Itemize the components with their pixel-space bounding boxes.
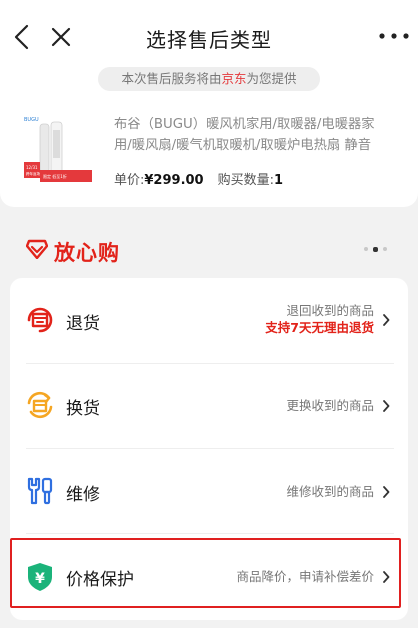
option-exchange-desc: 更换收到的商品 bbox=[286, 398, 374, 413]
option-return[interactable]: 退货 退回收到的商品 支持7天无理由退货 bbox=[10, 278, 408, 363]
svg-text:¥: ¥ bbox=[35, 571, 45, 587]
notice-prefix: 本次售后服务将由 bbox=[121, 71, 222, 86]
option-repair-label: 维修 bbox=[66, 485, 100, 505]
option-return-desc-text: 退回收到的商品 bbox=[286, 303, 374, 318]
product-thumbnail[interactable]: BUGU 12/31 跨年返场 限定 低至1折 bbox=[18, 110, 96, 190]
svg-text:12/31: 12/31 bbox=[26, 165, 38, 170]
option-price-protection-label: 价格保护 bbox=[66, 570, 134, 590]
notice-brand[interactable]: 京东 bbox=[221, 71, 246, 86]
option-exchange-label: 换货 bbox=[66, 399, 100, 419]
carousel-pager bbox=[364, 246, 390, 253]
purchase-qty: 1 bbox=[274, 173, 284, 188]
option-price-protection[interactable]: ¥ 价格保护 商品降价，申请补偿差价 bbox=[10, 534, 408, 619]
option-return-desc: 退回收到的商品 支持7天无理由退货 bbox=[265, 302, 374, 336]
return-box-icon bbox=[27, 307, 53, 333]
page-title: 选择售后类型 bbox=[146, 28, 272, 52]
notice-suffix: 为您提供 bbox=[246, 71, 297, 86]
chevron-right-icon bbox=[383, 571, 390, 583]
heart-diamond-icon bbox=[26, 239, 48, 259]
option-price-protection-desc: 商品降价，申请补偿差价 bbox=[236, 569, 374, 584]
repair-tools-icon bbox=[27, 477, 53, 505]
after-sale-options: 退货 退回收到的商品 支持7天无理由退货 换货 更换收到的商品 维修 维修收到的… bbox=[10, 278, 408, 620]
header-card: 选择售后类型 本次售后服务将由京东为您提供 BUGU 12/31 跨年返场 限定… bbox=[0, 0, 418, 207]
option-exchange[interactable]: 换货 更换收到的商品 bbox=[10, 364, 408, 449]
pager-dot bbox=[364, 247, 368, 251]
unit-price: ¥299.00 bbox=[144, 173, 204, 188]
pager-dot bbox=[383, 247, 387, 251]
chevron-right-icon bbox=[383, 400, 390, 412]
exchange-box-icon bbox=[27, 391, 53, 419]
fangxingou-title: 放心购 bbox=[54, 241, 120, 265]
svg-text:跨年返场: 跨年返场 bbox=[26, 171, 40, 176]
chevron-right-icon bbox=[383, 314, 390, 326]
more-dots-icon[interactable] bbox=[378, 30, 410, 42]
svg-text:BUGU: BUGU bbox=[24, 117, 39, 123]
chevron-right-icon bbox=[383, 486, 390, 498]
service-provider-notice: 本次售后服务将由京东为您提供 bbox=[98, 67, 320, 91]
price-shield-icon: ¥ bbox=[28, 563, 52, 591]
price-label: 单价: bbox=[114, 173, 145, 188]
option-repair-desc: 维修收到的商品 bbox=[286, 484, 374, 499]
product-meta: 单价:¥299.00 购买数量:1 bbox=[114, 169, 283, 188]
product-name[interactable]: 布谷（BUGU）暖风机家用/取暖器/电暖器家用/暖风扇/暖气机取暖机/取暖炉电热… bbox=[114, 114, 384, 156]
svg-text:限定 低至1折: 限定 低至1折 bbox=[43, 173, 67, 179]
option-return-desc-highlight: 支持7天无理由退货 bbox=[265, 320, 374, 335]
qty-label: 购买数量: bbox=[217, 173, 274, 188]
option-return-label: 退货 bbox=[66, 314, 100, 334]
pager-dot-active bbox=[373, 246, 378, 252]
option-repair[interactable]: 维修 维修收到的商品 bbox=[10, 449, 408, 534]
